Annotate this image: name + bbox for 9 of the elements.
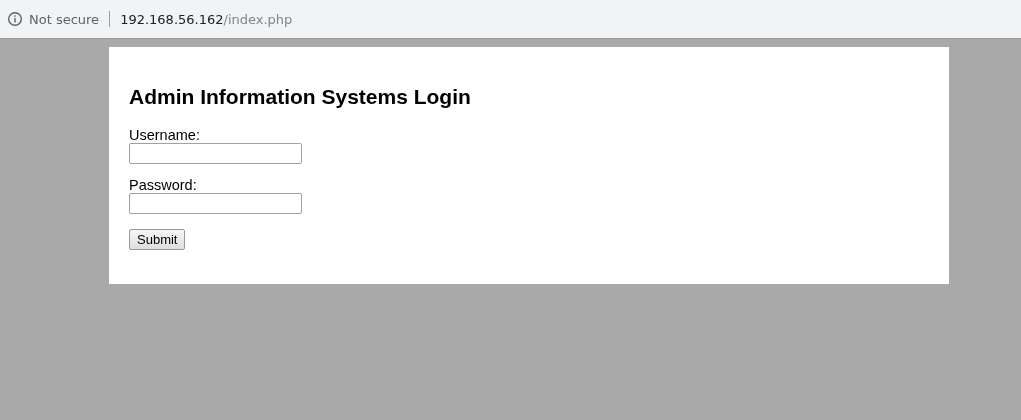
input-field[interactable]: [129, 143, 302, 164]
field-label: Username:: [129, 127, 200, 143]
security-label[interactable]: Not secure: [29, 11, 100, 27]
field-label: Password:: [129, 177, 197, 193]
info-icon[interactable]: [7, 11, 23, 27]
submit-button[interactable]: Submit: [129, 229, 186, 250]
page-title: Admin Information Systems Login: [129, 85, 472, 109]
url-text[interactable]: 192.168.56.162/index.php: [120, 11, 293, 27]
input-field[interactable]: [129, 193, 302, 214]
